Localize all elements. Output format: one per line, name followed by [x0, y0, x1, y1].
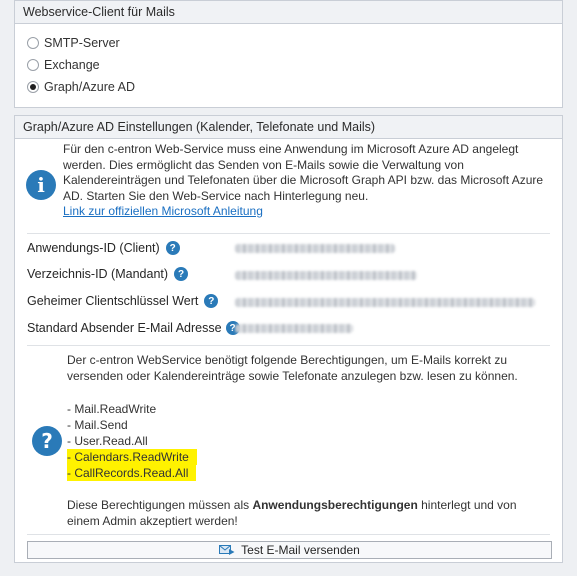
- intro-paragraph: Für den c-entron Web-Service muss eine A…: [63, 142, 544, 203]
- client-secret-value[interactable]: [235, 298, 535, 307]
- tenant-id-value[interactable]: [235, 271, 417, 280]
- mail-send-icon: [219, 544, 235, 556]
- intro-text: Für den c-entron Web-Service muss eine A…: [63, 142, 549, 220]
- divider: [27, 534, 550, 535]
- question-icon: ?: [32, 426, 62, 456]
- permission-list: - Mail.ReadWrite - Mail.Send - User.Read…: [67, 401, 197, 481]
- radio-smtp-server[interactable]: SMTP-Server: [27, 34, 120, 52]
- radio-label: Graph/Azure AD: [44, 80, 136, 94]
- divider: [27, 345, 550, 346]
- permission-note: Diese Berechtigungen müssen als Anwendun…: [67, 497, 547, 529]
- field-tenant-id: Verzeichnis-ID (Mandant) ?: [27, 267, 189, 281]
- sender-email-value[interactable]: [235, 324, 353, 333]
- app-id-value[interactable]: [235, 244, 395, 253]
- help-icon[interactable]: ?: [174, 267, 189, 281]
- radio-label: Exchange: [44, 58, 100, 72]
- permission-item: - Mail.Send: [67, 418, 128, 432]
- field-client-secret: Geheimer Clientschlüssel Wert ?: [27, 294, 219, 308]
- test-email-label: Test E-Mail versenden: [241, 543, 360, 557]
- radio-label: SMTP-Server: [44, 36, 120, 50]
- panel-header-graph: Graph/Azure AD Einstellungen (Kalender, …: [15, 116, 562, 139]
- permission-note-pre: Diese Berechtigungen müssen als: [67, 498, 253, 512]
- panel-header-webservice: Webservice-Client für Mails: [15, 1, 562, 24]
- sender-email-label: Standard Absender E-Mail Adresse: [27, 321, 222, 335]
- permission-item: - Mail.ReadWrite: [67, 402, 157, 416]
- permission-item-highlighted: - Calendars.ReadWrite: [67, 449, 197, 465]
- client-secret-label: Geheimer Clientschlüssel Wert: [27, 294, 199, 308]
- radio-exchange[interactable]: Exchange: [27, 56, 100, 74]
- tenant-id-label: Verzeichnis-ID (Mandant): [27, 267, 169, 281]
- graph-azure-settings-panel: Graph/Azure AD Einstellungen (Kalender, …: [14, 115, 563, 563]
- app-id-label: Anwendungs-ID (Client): [27, 241, 160, 255]
- permission-note-bold: Anwendungsberechtigungen: [252, 498, 418, 512]
- help-icon[interactable]: ?: [165, 241, 180, 255]
- field-app-id: Anwendungs-ID (Client) ?: [27, 241, 180, 255]
- permission-item: - User.Read.All: [67, 434, 148, 448]
- test-email-button[interactable]: Test E-Mail versenden: [27, 541, 552, 559]
- radio-button[interactable]: [27, 59, 39, 71]
- radio-button[interactable]: [27, 37, 39, 49]
- field-sender-email: Standard Absender E-Mail Adresse ?: [27, 321, 240, 335]
- permission-item-highlighted: - CallRecords.Read.All: [67, 465, 197, 481]
- radio-button-selected[interactable]: [27, 81, 39, 93]
- microsoft-guide-link[interactable]: Link zur offiziellen Microsoft Anleitung: [63, 204, 263, 218]
- webservice-client-panel: Webservice-Client für Mails SMTP-Server …: [14, 0, 563, 108]
- radio-graph-azure-ad[interactable]: Graph/Azure AD: [27, 78, 135, 96]
- info-icon: i: [26, 170, 56, 200]
- permission-intro: Der c-entron WebService benötigt folgend…: [67, 353, 518, 383]
- divider: [27, 233, 550, 234]
- help-icon[interactable]: ?: [204, 294, 219, 308]
